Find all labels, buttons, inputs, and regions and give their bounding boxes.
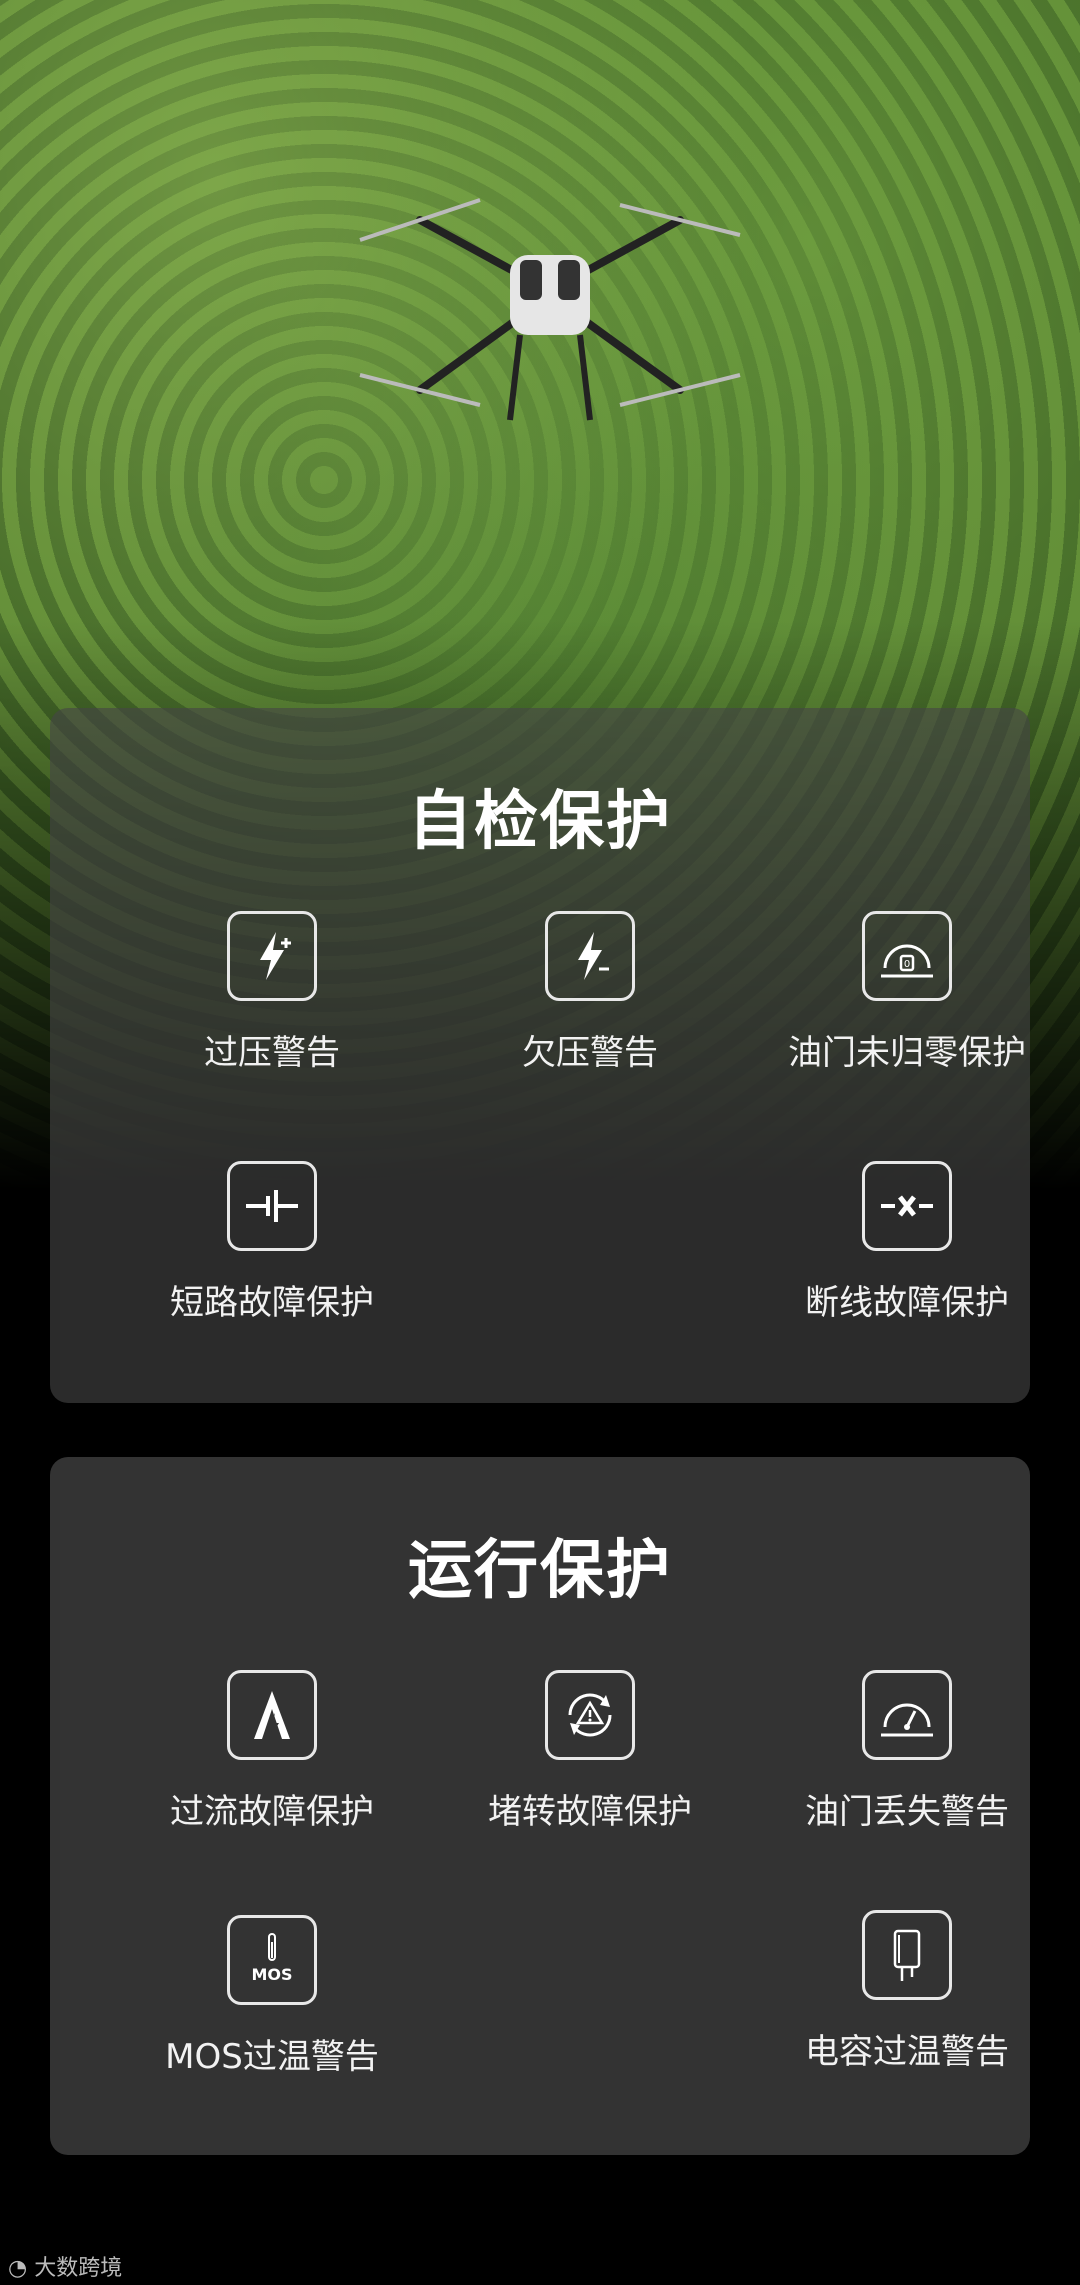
watermark-text: 大数跨境 — [34, 2256, 123, 2281]
item-label: 短路故障保护 — [170, 1283, 374, 1323]
item-label: 电容过温警告 — [805, 2032, 1009, 2072]
watermark: ◔ 大数跨境 — [8, 2250, 122, 2282]
item-label: 欠压警告 — [522, 1033, 658, 1073]
capacitor-temp-item: 电容过温警告 — [747, 1910, 1067, 2073]
item-label: 堵转故障保护 — [488, 1792, 692, 1832]
throttle-gauge-icon — [862, 1670, 952, 1760]
mos-temp-item: MOS MOS过温警告 — [112, 1915, 432, 2078]
broken-wire-item: 断线故障保护 — [747, 1161, 1067, 1324]
broken-wire-icon — [862, 1161, 952, 1251]
stall-warning-icon — [545, 1670, 635, 1760]
overvoltage-item: 过压警告 — [112, 911, 432, 1074]
self-check-panel: 自检保护 过压警告 欠压警告 0 油门未归零保护 短路故障保护 断线故障保护 — [50, 708, 1030, 1403]
drone-image — [359, 198, 741, 421]
item-label: 断线故障保护 — [805, 1283, 1009, 1323]
throttle-loss-item: 油门丢失警告 — [747, 1670, 1067, 1833]
item-label: 过流故障保护 — [170, 1792, 374, 1832]
watermark-logo-icon: ◔ — [8, 2256, 35, 2281]
throttle-zero-item: 0 油门未归零保护 — [747, 911, 1067, 1074]
panel-title: 自检保护 — [408, 785, 672, 859]
lightning-plus-icon — [227, 911, 317, 1001]
mos-thermometer-icon: MOS — [227, 1915, 317, 2005]
short-circuit-item: 短路故障保护 — [112, 1161, 432, 1324]
undervoltage-item: 欠压警告 — [430, 911, 750, 1074]
capacitor-icon — [862, 1910, 952, 2000]
icon-text: MOS — [251, 1965, 292, 1984]
throttle-zero-gauge-icon: 0 — [862, 911, 952, 1001]
panel-title: 运行保护 — [408, 1534, 672, 1608]
overcurrent-icon — [227, 1670, 317, 1760]
lightning-icon — [545, 911, 635, 1001]
stall-item: 堵转故障保护 — [430, 1670, 750, 1833]
item-label: 油门未归零保护 — [788, 1033, 1026, 1073]
item-label: 过压警告 — [204, 1033, 340, 1073]
short-circuit-icon — [227, 1161, 317, 1251]
runtime-panel: 运行保护 过流故障保护 堵转故障保护 油门丢失警告 MOS MOS过温警告 电容… — [50, 1457, 1030, 2155]
overcurrent-item: 过流故障保护 — [112, 1670, 432, 1833]
item-label: 油门丢失警告 — [805, 1792, 1009, 1832]
item-label: MOS过温警告 — [165, 2037, 379, 2077]
svg-text:0: 0 — [904, 959, 910, 970]
